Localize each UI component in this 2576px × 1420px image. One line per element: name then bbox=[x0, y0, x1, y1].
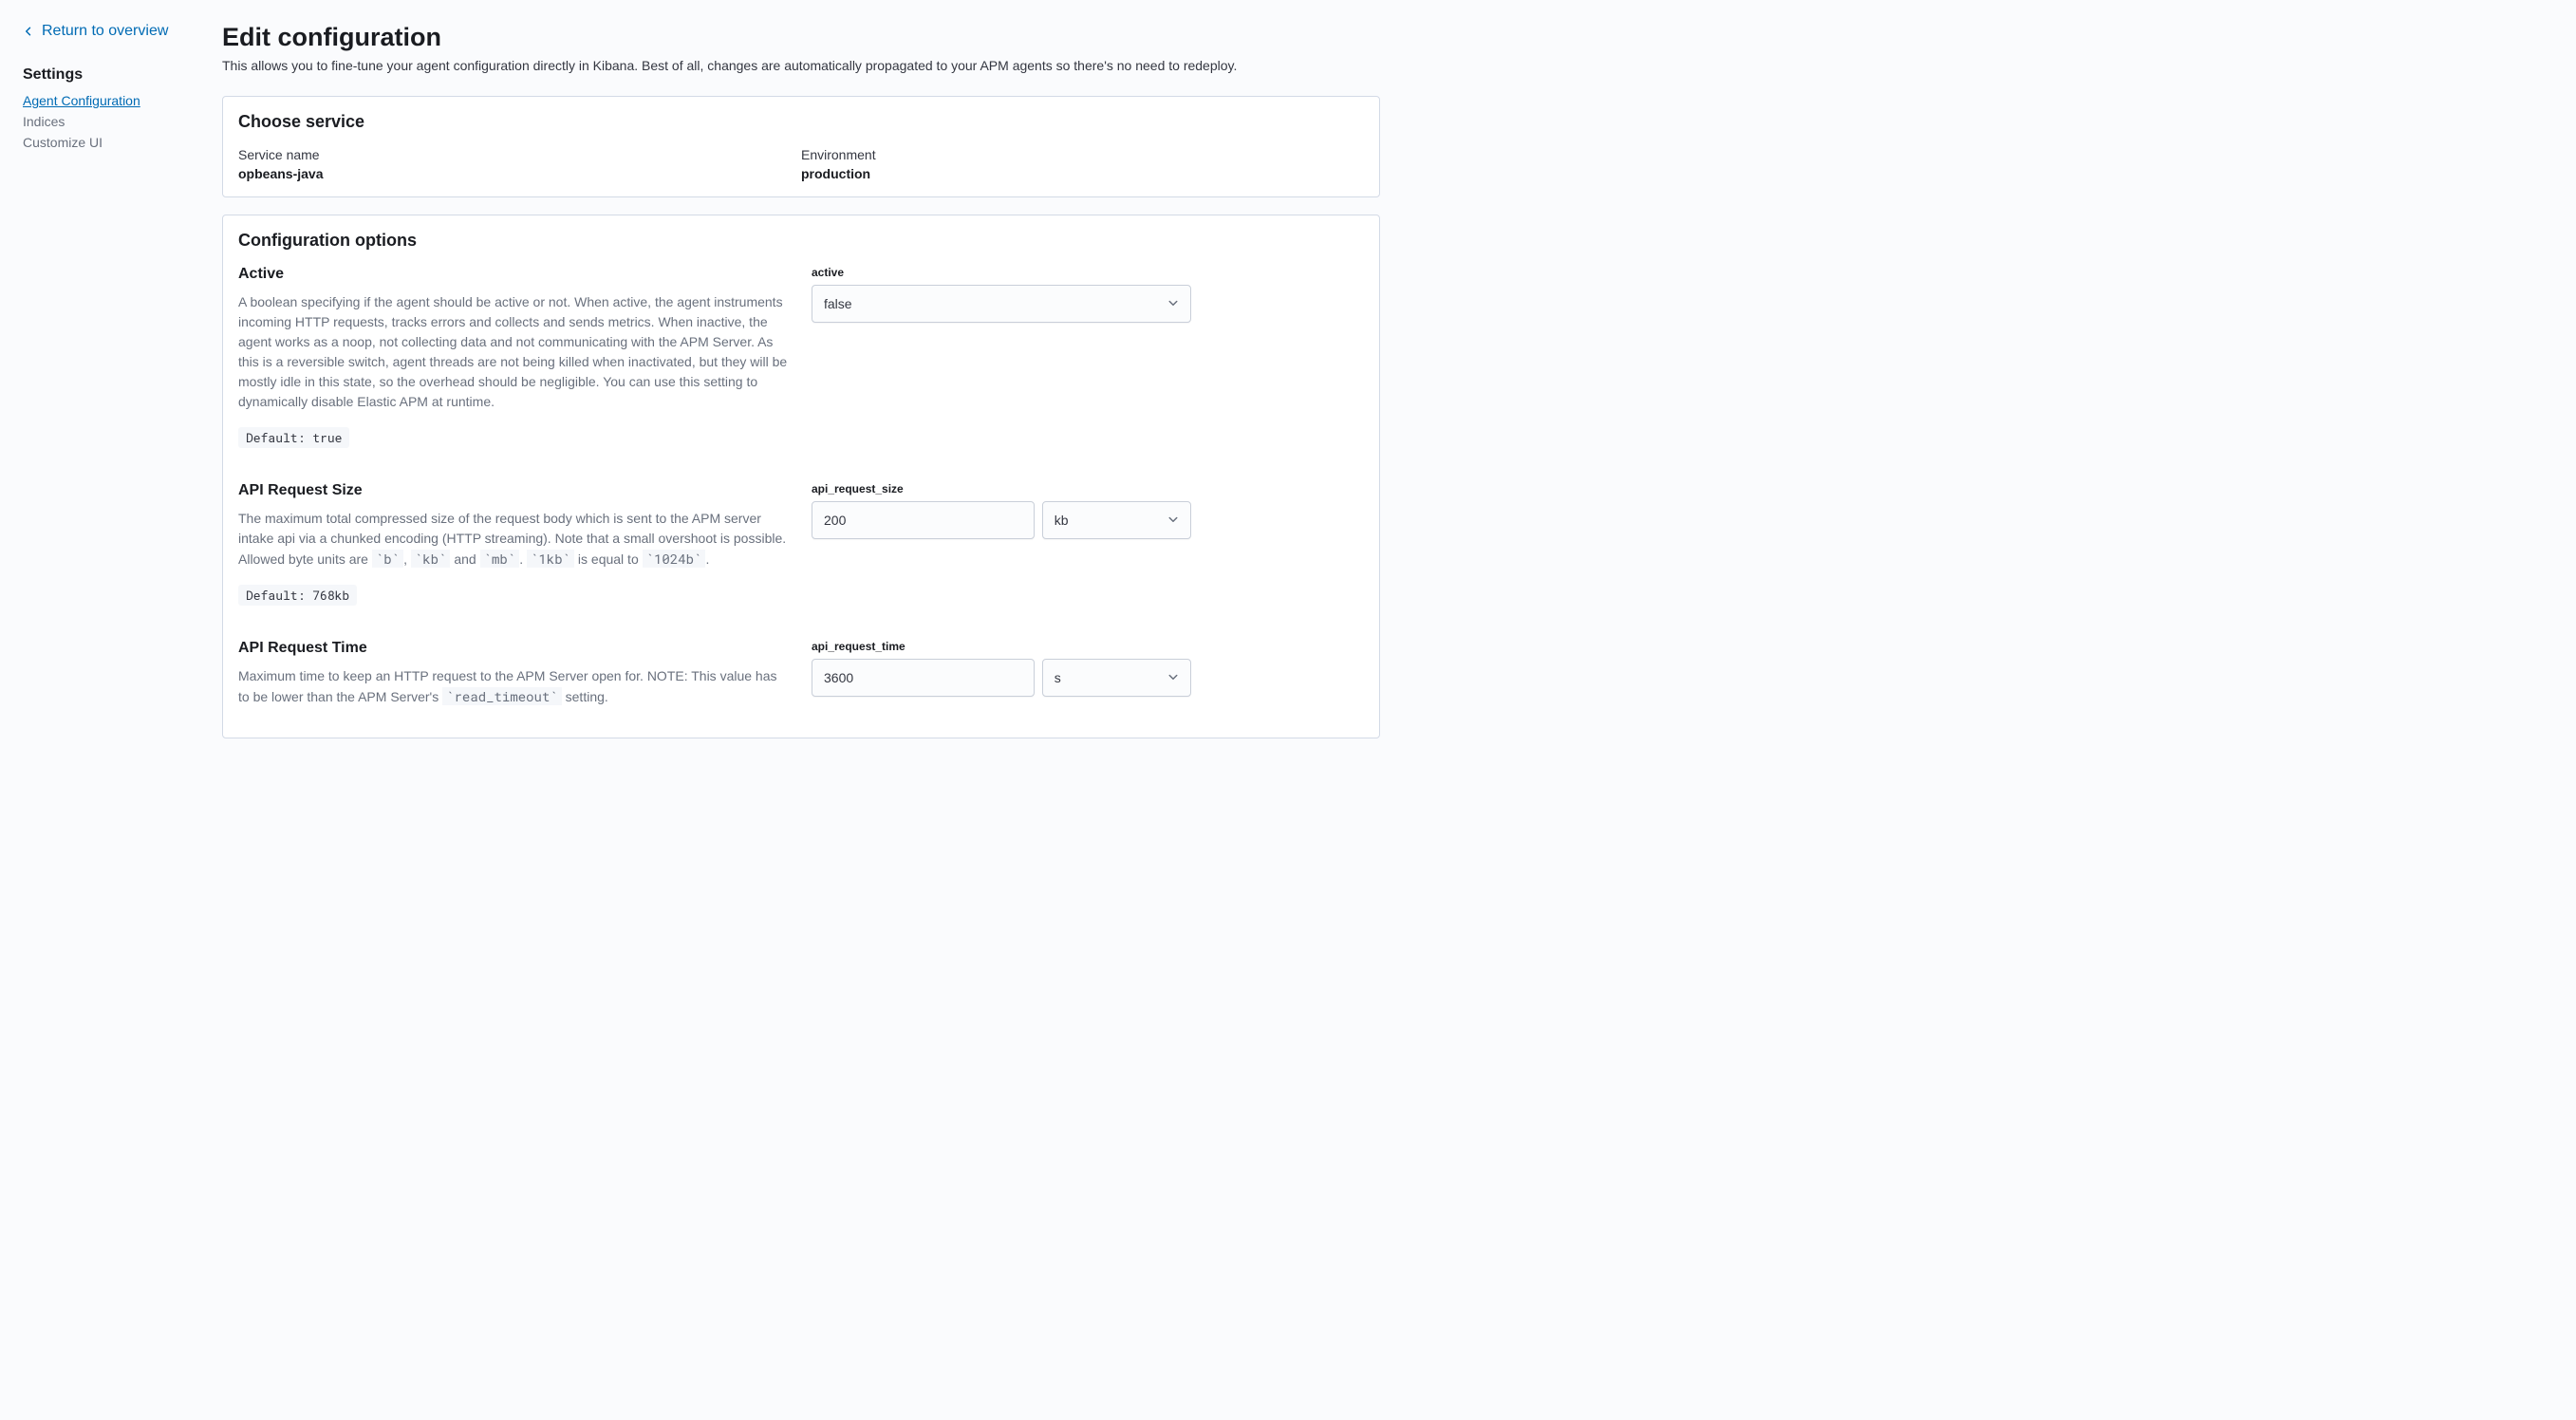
api-request-time-unit-select[interactable]: s bbox=[1042, 659, 1191, 697]
option-active-default: Default: true bbox=[238, 427, 349, 448]
option-active-title: Active bbox=[238, 266, 789, 283]
desc-sep: and bbox=[450, 551, 479, 567]
desc-tail: . bbox=[705, 551, 709, 567]
chevron-down-icon bbox=[1156, 296, 1190, 311]
api-request-time-field-label: api_request_time bbox=[812, 640, 1191, 653]
service-name-value: opbeans-java bbox=[238, 166, 801, 181]
configuration-options-title: Configuration options bbox=[238, 231, 1364, 251]
return-link-label: Return to overview bbox=[42, 23, 168, 40]
option-api-request-time-title: API Request Time bbox=[238, 640, 789, 657]
return-to-overview-link[interactable]: Return to overview bbox=[23, 23, 222, 40]
desc-tail: setting. bbox=[562, 689, 608, 704]
active-select-value: false bbox=[812, 296, 1156, 311]
option-api-request-size: API Request Size The maximum total compr… bbox=[238, 482, 1364, 606]
chevron-down-icon bbox=[1156, 513, 1190, 528]
option-api-request-time: API Request Time Maximum time to keep an… bbox=[238, 640, 1364, 722]
environment-value: production bbox=[801, 166, 1364, 181]
service-name-label: Service name bbox=[238, 147, 801, 162]
code-mb: `mb` bbox=[480, 550, 520, 568]
desc-sep: , bbox=[403, 551, 411, 567]
code-1024b: `1024b` bbox=[643, 550, 706, 568]
choose-service-title: Choose service bbox=[238, 112, 1364, 132]
api-request-size-input-wrap bbox=[812, 501, 1035, 539]
page-title: Edit configuration bbox=[222, 23, 1380, 52]
api-request-time-unit-value: s bbox=[1043, 670, 1156, 685]
api-request-size-unit-value: kb bbox=[1043, 513, 1156, 528]
code-kb: `kb` bbox=[411, 550, 451, 568]
active-field-label: active bbox=[812, 266, 1191, 279]
option-active-desc: A boolean specifying if the agent should… bbox=[238, 292, 789, 412]
api-request-size-unit-select[interactable]: kb bbox=[1042, 501, 1191, 539]
code-1kb: `1kb` bbox=[527, 550, 574, 568]
desc-sep: . bbox=[519, 551, 527, 567]
sidebar-item-label[interactable]: Customize UI bbox=[23, 135, 103, 150]
environment-col: Environment production bbox=[801, 147, 1364, 181]
api-request-size-input[interactable] bbox=[812, 502, 1034, 538]
active-select[interactable]: false bbox=[812, 285, 1191, 323]
api-request-time-input-wrap bbox=[812, 659, 1035, 697]
option-api-request-size-desc: The maximum total compressed size of the… bbox=[238, 509, 789, 570]
page-subtitle: This allows you to fine-tune your agent … bbox=[222, 58, 1380, 73]
sidebar: Return to overview Settings Agent Config… bbox=[23, 23, 222, 756]
chevron-left-icon bbox=[23, 26, 34, 37]
sidebar-item-customize-ui[interactable]: Customize UI bbox=[23, 135, 222, 150]
sidebar-item-agent-configuration[interactable]: Agent Configuration bbox=[23, 93, 222, 108]
option-api-request-time-desc: Maximum time to keep an HTTP request to … bbox=[238, 666, 789, 707]
api-request-size-field-label: api_request_size bbox=[812, 482, 1191, 495]
api-request-time-input[interactable] bbox=[812, 660, 1034, 696]
sidebar-heading: Settings bbox=[23, 66, 222, 84]
configuration-options-panel: Configuration options Active A boolean s… bbox=[222, 215, 1380, 738]
code-read-timeout: `read_timeout` bbox=[442, 687, 562, 705]
option-active: Active A boolean specifying if the agent… bbox=[238, 266, 1364, 448]
sidebar-item-label[interactable]: Agent Configuration bbox=[23, 93, 140, 108]
choose-service-panel: Choose service Service name opbeans-java… bbox=[222, 96, 1380, 197]
option-api-request-size-title: API Request Size bbox=[238, 482, 789, 499]
option-api-request-size-default: Default: 768kb bbox=[238, 585, 357, 606]
chevron-down-icon bbox=[1156, 670, 1190, 685]
code-b: `b` bbox=[372, 550, 403, 568]
desc-sep: is equal to bbox=[574, 551, 643, 567]
main-content: Edit configuration This allows you to fi… bbox=[222, 23, 1380, 756]
sidebar-item-indices[interactable]: Indices bbox=[23, 114, 222, 129]
service-name-col: Service name opbeans-java bbox=[238, 147, 801, 181]
sidebar-item-label[interactable]: Indices bbox=[23, 114, 65, 129]
environment-label: Environment bbox=[801, 147, 1364, 162]
